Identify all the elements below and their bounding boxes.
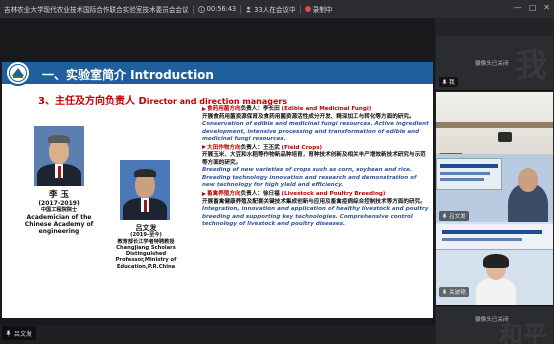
self-name-tag: 吕文发 xyxy=(2,326,37,340)
dir1-en-title: (Edible and Medicinal Fungi) xyxy=(281,106,372,112)
dir3-leader: 负责人：徐日福 xyxy=(240,191,280,198)
participant-name: 关波艳 xyxy=(449,290,466,296)
microphone-icon xyxy=(442,78,447,84)
dir1-cn-desc: 开展食药用菌资源保育及食药用菌资源活性成分开发、精深加工与转化等方面的研究。 xyxy=(202,113,415,120)
participant-name: 吕文发 xyxy=(449,214,466,220)
participants-text: 33人在会议中 xyxy=(254,6,296,14)
info-icon[interactable] xyxy=(197,5,205,13)
presentation-slide: 一、实验室简介 Introduction 3、主任及方向负责人 Director… xyxy=(2,62,433,318)
person1-title-en2: Chinese Academy of xyxy=(24,220,94,228)
record-dot-icon xyxy=(304,6,311,12)
dir2-label: 大田作物方向 xyxy=(207,144,241,151)
direction-1: 食药用菌方向负责人：李长田 (Edible and Medicinal Fung… xyxy=(202,106,430,144)
divider xyxy=(240,4,242,14)
meeting-title: 吉林农业大学现代农业技术国际合作联合实验室技术委员会会议 xyxy=(4,6,189,14)
dir3-label: 畜禽养殖方向 xyxy=(207,191,241,198)
subtitle-en: irector and direction managers xyxy=(146,97,288,106)
meeting-timer: 00:56:43 xyxy=(197,5,237,13)
dir1-en-desc: Conservation of edible and medicinal fun… xyxy=(202,121,429,143)
self-name: 吕文发 xyxy=(14,330,33,338)
participant-name-tag: 我 xyxy=(439,77,458,87)
participants-count[interactable]: 33人在会议中 xyxy=(245,4,296,14)
participant-tile[interactable]: 和平 摄像头已关闭 xyxy=(436,307,553,344)
microphone-icon xyxy=(442,212,447,218)
shared-screen: 一、实验室简介 Introduction 3、主任及方向负责人 Director… xyxy=(0,18,435,325)
directions-text: 食药用菌方向负责人：李长田 (Edible and Medicinal Fung… xyxy=(202,106,430,230)
divider xyxy=(192,4,194,14)
dir2-leader: 负责人：王丕武 xyxy=(240,144,280,151)
camera-off-text: 摄像头已关闭 xyxy=(475,317,509,323)
person2-title-en4: Education,P.R.China xyxy=(116,263,176,270)
microphone-icon xyxy=(442,288,447,294)
dir2-cn-desc: 开展玉米、大豆和水稻等作物新品种培育，育种技术创新及相关丰产增效新技术研究与示范… xyxy=(202,152,426,166)
dir1-label: 食药用菌方向 xyxy=(207,106,241,112)
bullet-icon xyxy=(202,145,206,150)
participant-tile[interactable]: 我 摄像头已关闭 我 xyxy=(436,36,553,91)
maximize-icon[interactable]: □ xyxy=(529,3,537,12)
camera-off-text: 摄像头已关闭 xyxy=(475,61,509,67)
dir3-en-desc: Integration, innovation and application … xyxy=(202,206,429,228)
recording-indicator[interactable]: 录制中 xyxy=(304,4,333,14)
direction-2: 大田作物方向负责人：王丕武 (Field Crops) 开展玉米、大豆和水稻等作… xyxy=(202,145,430,190)
people-icon xyxy=(245,6,252,12)
bullet-icon xyxy=(202,106,206,111)
bullet-icon xyxy=(202,191,206,196)
participant-panel: 我 摄像头已关闭 我 李玉 xyxy=(435,18,554,344)
dir2-en-title: (Field Crops) xyxy=(281,144,323,151)
person1-title-en1: Academician of the xyxy=(26,213,92,221)
university-logo xyxy=(5,62,31,86)
direction-3: 畜禽养殖方向负责人：徐日福 (Livestock and Poultry Bre… xyxy=(202,191,430,229)
subtitle-cn: 3、主任及方向负责人 D xyxy=(38,96,147,107)
window-controls: — □ ✕ xyxy=(514,3,550,12)
dir1-leader: 负责人：李长田 xyxy=(240,106,280,112)
person2-caption: 吕文发 (2019-至今) 教育部长江学者特聘教授 Changjiang Sch… xyxy=(102,224,190,270)
meeting-window: 吉林农业大学现代农业技术国际合作联合实验室技术委员会会议 00:56:43 33… xyxy=(0,0,554,344)
participant-name-tag: 吕文发 xyxy=(439,211,469,221)
portrait-li-yu xyxy=(34,126,84,186)
participant-name: 我 xyxy=(449,80,455,86)
timer-text: 00:56:43 xyxy=(206,5,237,13)
person1-name: 李 玉 xyxy=(49,190,69,200)
dir3-en-title: (Livestock and Poultry Breeding) xyxy=(281,191,386,198)
dir3-cn-desc: 开展畜禽健康养殖及配套关键技术集成创新与应用及畜禽疫病综合控制技术等方面的研究。 xyxy=(202,198,426,205)
recording-text: 录制中 xyxy=(312,6,333,14)
person1-caption: 李 玉 (2017-2019) 中国工程院院士 Academician of t… xyxy=(16,190,102,235)
slide-header: 一、实验室简介 Introduction xyxy=(2,62,433,86)
person1-title-en3: engineering xyxy=(38,227,80,235)
divider xyxy=(299,4,301,14)
slide-title: 一、实验室简介 Introduction xyxy=(42,68,214,82)
minimize-icon[interactable]: — xyxy=(514,3,522,12)
portrait-lv-wenfa xyxy=(120,160,170,220)
dir2-en-desc: Breeding of new varieties of crops such … xyxy=(202,167,417,189)
avatar-watermark: 我 xyxy=(514,46,547,84)
participant-name-tag: 关波艳 xyxy=(439,287,469,297)
title-bar: 吉林农业大学现代农业技术国际合作联合实验室技术委员会会议 00:56:43 33… xyxy=(0,0,554,18)
slide-subtitle: 3、主任及方向负责人 Director and direction manage… xyxy=(38,92,287,107)
close-icon[interactable]: ✕ xyxy=(543,3,550,12)
participant-tile[interactable]: 关波艳 xyxy=(436,222,553,306)
microphone-icon[interactable] xyxy=(6,329,11,337)
